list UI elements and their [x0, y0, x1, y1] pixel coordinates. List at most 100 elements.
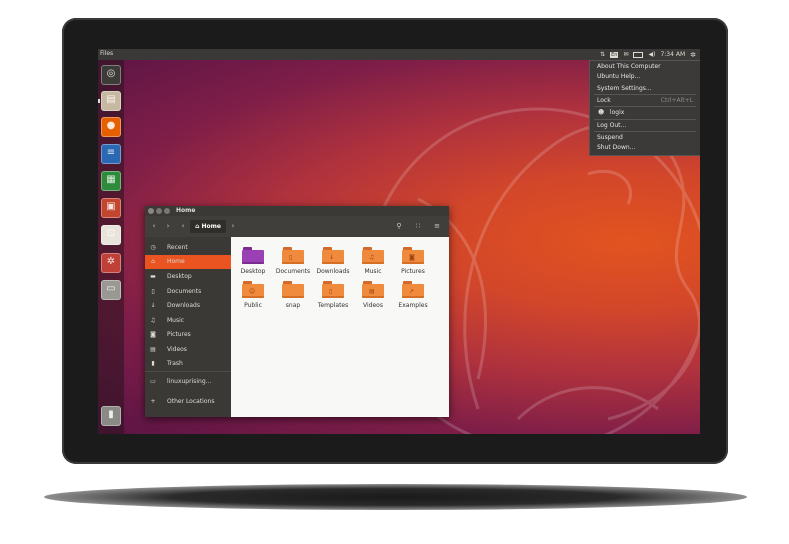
sidebar-item-linuxuprising[interactable]: ▭ linuxuprising... [145, 375, 231, 389]
menu-icon[interactable]: ≡ [430, 221, 444, 232]
close-button[interactable] [148, 208, 154, 214]
window-titlebar[interactable]: Home [145, 206, 449, 216]
path-right-icon[interactable]: › [229, 221, 237, 232]
sidebar-item-label: Pictures [167, 331, 191, 338]
sidebar-item-documents[interactable]: ▯ Documents [145, 285, 231, 299]
back-icon[interactable]: ‹ [149, 221, 159, 232]
clock[interactable]: 7:34 AM [660, 51, 685, 58]
ubuntu-logo-icon: ◎ [106, 68, 116, 79]
file-item-videos[interactable]: ▤ Videos [353, 281, 393, 309]
file-item-snap[interactable]: snap [273, 281, 313, 309]
launcher-calc[interactable]: ▦ [101, 171, 121, 191]
file-item-downloads[interactable]: ↓ Downloads [313, 247, 353, 275]
launcher-writer[interactable]: ≡ [101, 144, 121, 164]
network-icon[interactable]: ⇅ [600, 51, 605, 58]
launcher-firefox[interactable]: ● [101, 117, 121, 137]
volume-icon[interactable]: ◀) [648, 51, 655, 58]
firefox-icon: ● [106, 120, 116, 131]
menu-suspend[interactable]: Suspend [597, 133, 623, 143]
file-item-templates[interactable]: ▯ Templates [313, 281, 353, 309]
launcher-drive[interactable]: ▭ [101, 280, 121, 300]
drive-icon: ▭ [106, 283, 116, 294]
impress-icon: ▣ [106, 201, 116, 212]
sidebar-item-videos[interactable]: ▤ Videos [145, 343, 231, 357]
files-window: Home ‹ › ‹ ⌂ Home › ⚲ ∷ ≡ ◷ Recent ⌂ Home ▬ D… [145, 206, 449, 417]
music-icon: ♫ [150, 317, 156, 324]
launcher-ubuntu-dash[interactable]: ◎ [101, 65, 121, 85]
sidebar-item-label: Other Locations [167, 398, 215, 405]
download-icon: ↓ [150, 302, 156, 309]
folder-icon [242, 247, 264, 264]
film-icon: ▤ [150, 346, 156, 353]
file-item-music[interactable]: ♫ Music [353, 247, 393, 275]
gear-wrench-icon: ✲ [106, 256, 116, 267]
view-grid-icon[interactable]: ∷ [411, 221, 425, 232]
file-item-examples[interactable]: ↗ Examples [393, 281, 433, 309]
folder-icon: ▯ [322, 281, 344, 298]
file-item-pictures[interactable]: ◙ Pictures [393, 247, 433, 275]
sidebar-item-trash[interactable]: ▮ Trash [145, 357, 231, 371]
launcher-trash[interactable]: ▮ [101, 406, 121, 426]
breadcrumb[interactable]: ⌂ Home [190, 220, 226, 233]
sidebar-item-label: Recent [167, 244, 188, 251]
launcher-running-indicator [98, 99, 100, 103]
folder-icon: ▬ [150, 273, 156, 280]
writer-icon: ≡ [106, 147, 116, 158]
sidebar-item-other-locations[interactable]: + Other Locations [145, 395, 231, 409]
folder-icon: ♫ [362, 247, 384, 264]
menu-divider [594, 94, 696, 95]
menu-divider [594, 106, 696, 107]
desktop-screen: Files ⇅ En ✉ ◀) 7:34 AM ✲ ◎ ▤ ● ≡ ▦ ▣ ⊡ ✲ ▭ ▮ Abo… [98, 49, 700, 434]
sidebar-item-desktop[interactable]: ▬ Desktop [145, 270, 231, 284]
file-item-label: Desktop [240, 268, 266, 275]
menu-user-label: logix [609, 109, 625, 116]
sidebar-item-label: Home [167, 258, 185, 265]
trash-icon: ▮ [151, 360, 155, 367]
file-item-desktop[interactable]: Desktop [233, 247, 273, 275]
launcher-software[interactable]: ⊡ [101, 225, 121, 245]
menu-shut-down[interactable]: Shut Down... [597, 143, 635, 153]
menu-system-settings[interactable]: System Settings... [597, 84, 652, 94]
sidebar-item-music[interactable]: ♫ Music [145, 314, 231, 328]
path-left-icon[interactable]: ‹ [179, 221, 187, 232]
document-icon: ▯ [151, 288, 155, 295]
mail-icon[interactable]: ✉ [623, 51, 628, 58]
system-tray: ⇅ En ✉ ◀) 7:34 AM ✲ [600, 49, 696, 60]
menu-user[interactable]: ☻ logix [598, 108, 624, 118]
sidebar-item-label: Videos [167, 346, 187, 353]
battery-icon[interactable] [633, 51, 644, 58]
gear-icon[interactable]: ✲ [690, 51, 696, 59]
home-icon: ⌂ [195, 223, 200, 230]
launcher-impress[interactable]: ▣ [101, 198, 121, 218]
menu-lock[interactable]: Lock Ctrl+Alt+L [597, 96, 693, 106]
launcher-settings[interactable]: ✲ [101, 253, 121, 273]
plus-icon: + [150, 398, 156, 405]
sidebar-item-label: Trash [167, 360, 183, 367]
sidebar-item-recent[interactable]: ◷ Recent [145, 241, 231, 255]
tablet-shadow [44, 484, 747, 510]
system-menu: About This Computer Ubuntu Help... Syste… [589, 60, 700, 156]
places-sidebar: ◷ Recent ⌂ Home ▬ Desktop ▯ Documents ↓ Downloads… [145, 237, 231, 417]
sidebar-item-downloads[interactable]: ↓ Downloads [145, 299, 231, 313]
file-item-label: snap [285, 302, 301, 309]
sidebar-item-home[interactable]: ⌂ Home [145, 255, 231, 269]
launcher-files[interactable]: ▤ [101, 91, 121, 111]
folder-icon: ▤ [362, 281, 384, 298]
maximize-button[interactable] [164, 208, 170, 214]
launcher: ◎ ▤ ● ≡ ▦ ▣ ⊡ ✲ ▭ ▮ [98, 60, 124, 434]
sidebar-item-label: Downloads [167, 302, 200, 309]
forward-icon[interactable]: › [163, 221, 173, 232]
minimize-button[interactable] [156, 208, 162, 214]
file-item-label: Downloads [316, 268, 350, 275]
sidebar-item-pictures[interactable]: ◙ Pictures [145, 328, 231, 342]
file-item-label: Videos [363, 302, 383, 309]
file-item-label: Pictures [401, 268, 425, 275]
file-item-public[interactable]: ☺ Public [233, 281, 273, 309]
menu-log-out[interactable]: Log Out... [597, 121, 626, 131]
menu-help[interactable]: Ubuntu Help... [597, 72, 640, 82]
folder-icon: ↓ [322, 247, 344, 264]
search-icon[interactable]: ⚲ [392, 221, 406, 232]
menu-about[interactable]: About This Computer [597, 62, 661, 72]
file-item-documents[interactable]: ▯ Documents [273, 247, 313, 275]
keyboard-en-icon[interactable]: En [610, 51, 619, 58]
